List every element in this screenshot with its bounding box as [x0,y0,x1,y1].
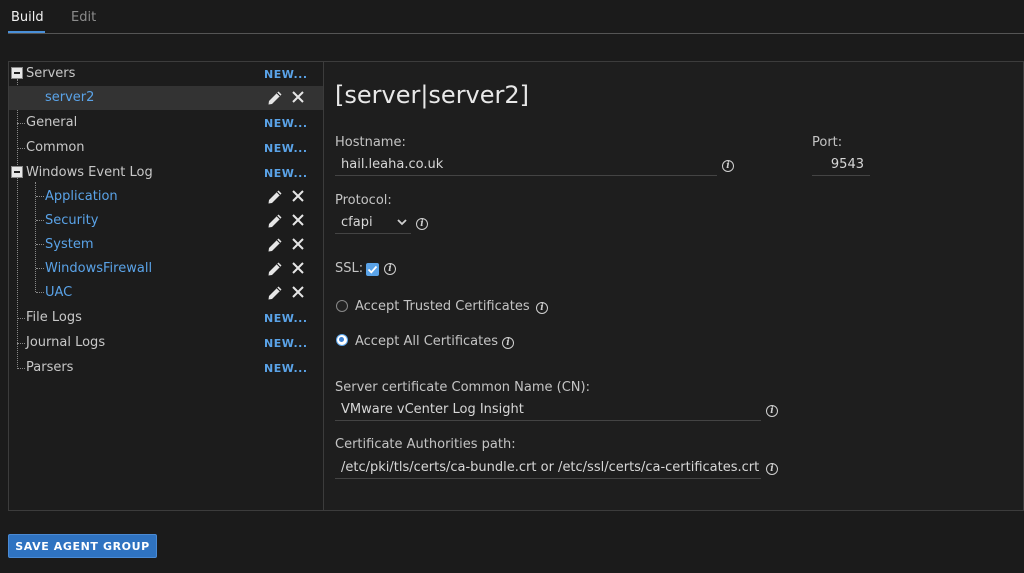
info-icon[interactable]: i [416,218,428,230]
ssl-label: SSL: [335,261,364,276]
protocol-selected-value: cfapi [341,215,373,230]
ca-path-label: Certificate Authorities path: [335,437,516,452]
delete-x-icon[interactable] [291,237,305,251]
delete-x-icon[interactable] [291,285,305,299]
tab-bar: Build Edit [0,0,1024,35]
edit-pencil-icon[interactable] [267,237,283,253]
tree-item-label: Common [26,140,85,155]
cn-label: Server certificate Common Name (CN): [335,380,590,395]
info-icon[interactable]: i [766,405,778,417]
tree-item-label: General [26,115,78,130]
hostname-input[interactable] [335,154,717,176]
save-agent-group-button[interactable]: SAVE AGENT GROUP [8,534,157,558]
delete-x-icon[interactable] [291,213,305,227]
new-journal-log-button[interactable]: NEW... [264,337,308,350]
collapse-icon[interactable] [11,67,23,79]
info-icon[interactable]: i [502,337,514,349]
hostname-label: Hostname: [335,135,406,150]
tree-item-label: File Logs [26,310,82,325]
tab-edit[interactable]: Edit [71,10,96,25]
new-general-button[interactable]: NEW... [264,117,308,130]
edit-pencil-icon[interactable] [267,90,283,106]
accept-all-radio[interactable] [336,334,348,346]
edit-pencil-icon[interactable] [267,285,283,301]
tree-item-windowsfirewall[interactable]: WindowsFirewall [9,257,323,281]
tree-item-general[interactable]: General NEW... [9,111,323,135]
tree-item-label: System [45,237,94,252]
new-common-button[interactable]: NEW... [264,142,308,155]
info-icon[interactable]: i [536,302,548,314]
tree-item-security[interactable]: Security [9,209,323,233]
edit-pencil-icon[interactable] [267,261,283,277]
tree-item-label: WindowsFirewall [45,261,153,276]
tree-item-label: Windows Event Log [26,165,153,180]
collapse-icon[interactable] [11,166,23,178]
new-parser-button[interactable]: NEW... [264,362,308,375]
ssl-checkbox[interactable] [366,263,379,276]
tree-item-server2[interactable]: server2 [9,86,323,110]
tree-item-file-logs[interactable]: File Logs NEW... [9,306,323,330]
tree-item-uac[interactable]: UAC [9,281,323,305]
tree-item-windows-event-log[interactable]: Windows Event Log NEW... [9,161,323,185]
chevron-down-icon [397,219,407,226]
tab-divider [8,33,1024,34]
new-windows-event-log-button[interactable]: NEW... [264,167,308,180]
tree-item-parsers[interactable]: Parsers NEW... [9,356,323,380]
accept-all-label[interactable]: Accept All Certificates [355,334,498,349]
tree-item-journal-logs[interactable]: Journal Logs NEW... [9,331,323,355]
cn-input[interactable] [335,399,761,421]
checkmark-icon [367,265,378,274]
port-label: Port: [812,135,843,150]
info-icon[interactable]: i [722,160,734,172]
delete-x-icon[interactable] [291,189,305,203]
protocol-label: Protocol: [335,193,392,208]
new-server-button[interactable]: NEW... [264,68,308,81]
protocol-select[interactable]: cfapi [335,212,411,234]
page-title: [server|server2] [335,81,530,109]
tree-item-label: server2 [45,90,95,105]
server-config-form: [server|server2] Hostname: i Port: Proto… [325,62,1023,510]
tree-item-common[interactable]: Common NEW... [9,136,323,160]
config-panel: Servers NEW... server2 General NEW... Co… [8,61,1024,511]
port-input[interactable] [812,154,870,176]
accept-trusted-label[interactable]: Accept Trusted Certificates [355,299,530,314]
tab-build[interactable]: Build [11,10,44,25]
tree-item-application[interactable]: Application [9,185,323,209]
tree-item-label: Servers [26,66,76,81]
tree-item-label: UAC [45,285,73,300]
config-tree: Servers NEW... server2 General NEW... Co… [9,62,324,510]
new-file-log-button[interactable]: NEW... [264,312,308,325]
accept-trusted-radio[interactable] [336,300,348,312]
delete-x-icon[interactable] [291,90,305,104]
info-icon[interactable]: i [766,463,778,475]
delete-x-icon[interactable] [291,261,305,275]
tree-item-label: Parsers [26,360,74,375]
edit-pencil-icon[interactable] [267,213,283,229]
edit-pencil-icon[interactable] [267,189,283,205]
tree-item-system[interactable]: System [9,233,323,257]
tree-item-servers[interactable]: Servers NEW... [9,62,323,86]
info-icon[interactable]: i [384,263,396,275]
tree-item-label: Security [45,213,99,228]
ca-path-input[interactable] [335,457,761,479]
tree-item-label: Journal Logs [26,335,106,350]
tree-item-label: Application [45,189,118,204]
